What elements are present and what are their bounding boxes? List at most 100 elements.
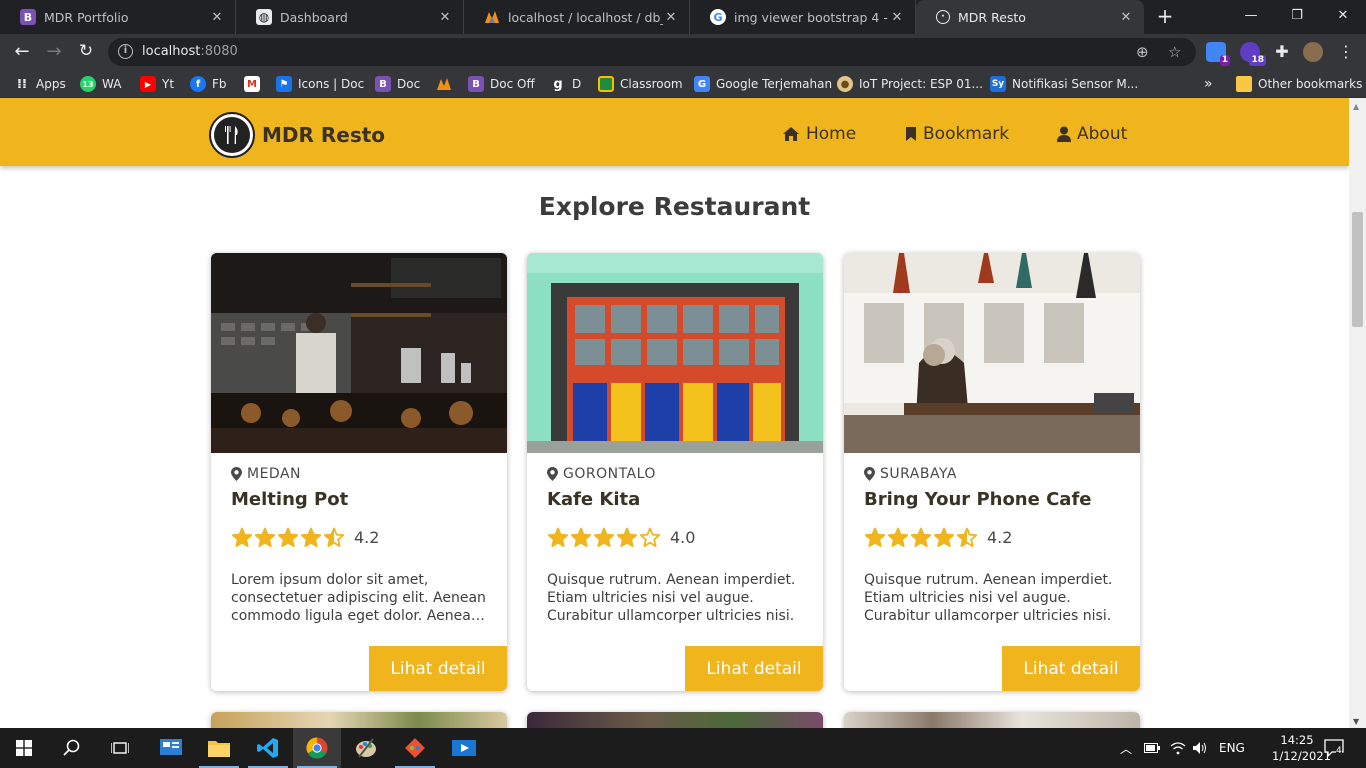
bookmark-icons-doc[interactable]: ⚑ Icons | Doc [276, 75, 364, 93]
bookmark-apps[interactable]: ⁞⁞ Apps [14, 75, 66, 93]
extension-calendar-icon[interactable]: 1 [1206, 42, 1230, 66]
taskbar-app[interactable] [147, 728, 195, 768]
nav-home[interactable]: Home [782, 124, 856, 144]
close-tab-icon[interactable]: ✕ [1118, 10, 1134, 25]
other-bookmarks[interactable]: Other bookmarks [1236, 75, 1362, 93]
rating-value: 4.0 [670, 528, 696, 547]
taskbar-app-active[interactable] [293, 728, 341, 768]
bookmark-iot[interactable]: ● IoT Project: ESP 01... [837, 75, 983, 93]
star-full-icon [254, 527, 276, 547]
language-indicator[interactable]: ENG [1219, 728, 1245, 768]
clock[interactable]: 14:25 1/12/2021 [1272, 732, 1331, 764]
home-icon [783, 127, 799, 141]
bookmark-yt[interactable]: ▶ Yt [140, 75, 174, 93]
back-button[interactable]: ← [8, 38, 36, 66]
close-tab-icon[interactable]: ✕ [663, 10, 679, 25]
detail-button[interactable]: Lihat detail [369, 646, 507, 691]
restaurant-photo[interactable] [211, 253, 507, 453]
restaurant-card-partial[interactable] [527, 712, 823, 728]
star-half-icon [323, 527, 345, 547]
restaurant-photo[interactable] [844, 253, 1140, 453]
restaurant-card: MEDAN Melting Pot 4.2 Lorem ipsum dolor … [211, 253, 507, 691]
scrollbar-thumb[interactable] [1352, 212, 1363, 327]
browser-tab[interactable]: G img viewer bootstrap 4 - Goog ✕ [690, 0, 916, 34]
browser-tab-strip: B MDR Portfolio ✕ ◍ Dashboard ✕ localhos… [0, 0, 1366, 34]
bookmark-wa[interactable]: 13 WA [80, 75, 121, 93]
taskbar-app[interactable] [440, 728, 488, 768]
restaurant-card-partial[interactable] [211, 712, 507, 728]
show-hidden-icons[interactable]: ︿ [1120, 728, 1132, 768]
brand-name[interactable]: MDR Resto [262, 123, 385, 147]
browser-tab-active[interactable]: · MDR Resto ✕ [916, 0, 1144, 34]
detail-button[interactable]: Lihat detail [1002, 646, 1140, 691]
star-empty-icon [639, 527, 661, 547]
reload-button[interactable]: ↻ [72, 38, 100, 66]
bookmarks-overflow-button[interactable]: » [1204, 75, 1213, 93]
start-button[interactable] [0, 728, 48, 768]
restore-icon[interactable]: ❐ [1274, 0, 1320, 34]
task-view-button[interactable] [96, 728, 144, 768]
wifi-icon[interactable] [1170, 728, 1186, 768]
paint-icon [356, 738, 376, 758]
nav-about[interactable]: About [1057, 124, 1127, 144]
star-full-icon [231, 527, 253, 547]
vscode-icon [257, 738, 278, 758]
bookmark-classroom[interactable]: Classroom [598, 75, 683, 93]
close-tab-icon[interactable]: ✕ [209, 10, 225, 25]
bookmark-translate[interactable]: G Google Terjemahan [694, 75, 832, 93]
translate-icon: G [694, 76, 710, 92]
forward-button[interactable]: → [40, 38, 68, 66]
restaurant-card-partial[interactable] [844, 712, 1140, 728]
restaurant-photo[interactable] [527, 253, 823, 453]
extension-icon[interactable]: 18 [1240, 42, 1266, 66]
page-scrollbar[interactable]: ▲ ▼ [1349, 98, 1366, 728]
taskbar-app[interactable] [391, 728, 439, 768]
address-bar[interactable]: i localhost:8080 ⊕ ☆ [108, 38, 1196, 66]
browser-tab[interactable]: B MDR Portfolio ✕ [0, 0, 236, 34]
bookmark-doc-off[interactable]: B Doc Off [468, 75, 535, 93]
bookmark-gmail[interactable]: M [244, 75, 266, 93]
close-tab-icon[interactable]: ✕ [889, 10, 905, 25]
new-tab-button[interactable]: + [1152, 4, 1178, 30]
taskbar-app[interactable] [195, 728, 243, 768]
windows-taskbar: ︿ ENG 14:25 1/12/2021 4 [0, 728, 1366, 768]
app-header: MDR Resto Home Bookmark About [0, 98, 1349, 166]
browser-tab[interactable]: localhost / localhost / db_mdr ✕ [464, 0, 690, 34]
map-pin-icon [231, 467, 242, 481]
volume-icon[interactable] [1192, 728, 1208, 768]
facebook-icon: f [190, 76, 206, 92]
star-full-icon [570, 527, 592, 547]
taskbar-app[interactable] [244, 728, 292, 768]
detail-button[interactable]: Lihat detail [685, 646, 823, 691]
bookmark-star-icon[interactable]: ☆ [1168, 43, 1181, 61]
close-tab-icon[interactable]: ✕ [437, 10, 453, 25]
menu-kebab-icon[interactable]: ⋮ [1332, 38, 1360, 66]
g-letter-icon: g [553, 76, 563, 92]
bookmark-d[interactable]: gD [550, 75, 581, 93]
google-icon: G [710, 9, 726, 25]
bookmark-phpmyadmin[interactable] [436, 75, 458, 93]
bookmarks-bar: ⁞⁞ Apps 13 WA ▶ Yt f Fb M ⚑ Icons | Doc B Doc … [0, 70, 1366, 98]
browser-tab[interactable]: ◍ Dashboard ✕ [236, 0, 464, 34]
search-button[interactable] [48, 728, 96, 768]
resto-logo[interactable] [209, 112, 255, 158]
close-window-icon[interactable]: ✕ [1320, 0, 1366, 34]
taskbar-app[interactable] [342, 728, 390, 768]
minimize-icon[interactable]: — [1228, 0, 1274, 34]
rating: 4.2 [864, 527, 1012, 548]
site-info-icon[interactable]: i [118, 44, 133, 59]
nav-bookmark[interactable]: Bookmark [905, 124, 1009, 144]
star-full-icon [547, 527, 569, 547]
bookmark-doc[interactable]: B Doc [375, 75, 420, 93]
scroll-down-icon[interactable]: ▼ [1353, 717, 1359, 726]
bookmark-fb[interactable]: f Fb [190, 75, 227, 93]
star-full-icon [887, 527, 909, 547]
bookmark-notifikasi[interactable]: Sy Notifikasi Sensor M... [990, 75, 1138, 93]
extensions-puzzle-icon[interactable]: ✚ [1272, 42, 1292, 62]
battery-icon[interactable] [1144, 728, 1160, 768]
profile-avatar[interactable] [1303, 42, 1323, 62]
install-app-icon[interactable]: ⊕ [1136, 43, 1149, 61]
url-text: localhost:8080 [142, 44, 238, 59]
notifications-button[interactable]: 4 [1324, 728, 1344, 768]
scroll-up-icon[interactable]: ▲ [1353, 102, 1359, 111]
